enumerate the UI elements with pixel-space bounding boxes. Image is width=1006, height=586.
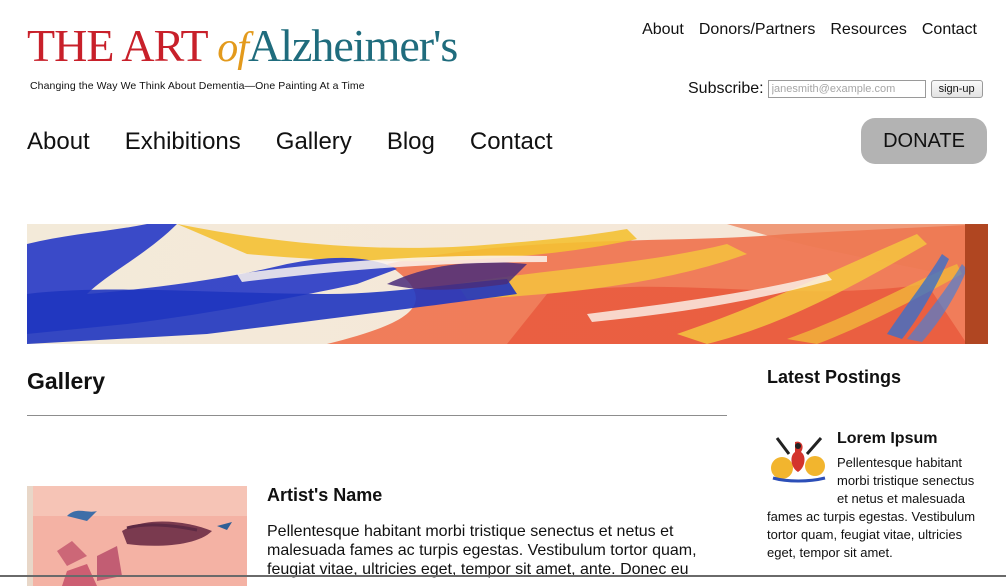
post-title[interactable]: Lorem Ipsum bbox=[837, 430, 937, 448]
utility-nav-about[interactable]: About bbox=[642, 21, 684, 39]
main-nav-gallery[interactable]: Gallery bbox=[276, 128, 352, 156]
utility-nav-donors-partners[interactable]: Donors/Partners bbox=[699, 21, 816, 39]
artwork-description: Pellentesque habitant morbi tristique se… bbox=[267, 523, 697, 578]
banner-painting bbox=[27, 224, 988, 344]
site-tagline: Changing the Way We Think About Dementia… bbox=[30, 80, 365, 92]
utility-nav-resources[interactable]: Resources bbox=[830, 21, 906, 39]
latest-postings-heading: Latest Postings bbox=[767, 367, 902, 387]
main-nav: About Exhibitions Gallery Blog Contact bbox=[27, 128, 588, 156]
artwork-thumbnail[interactable] bbox=[27, 486, 247, 586]
sign-up-button[interactable]: sign-up bbox=[930, 80, 983, 98]
logo-wordmark: THE ART ofAlzheimer's bbox=[27, 14, 458, 80]
subscribe-label: Subscribe: bbox=[688, 80, 764, 97]
donate-button[interactable]: DONATE bbox=[861, 118, 987, 164]
banner-painting-art bbox=[27, 224, 988, 344]
subscribe-form: Subscribe: sign-up bbox=[688, 80, 983, 98]
post-excerpt-line-1: Pellentesque habitant morbi tristique se… bbox=[837, 455, 975, 506]
utility-nav: About Donors/Partners Resources Contact bbox=[627, 21, 977, 39]
title-divider bbox=[27, 415, 727, 416]
page-title: Gallery bbox=[27, 368, 105, 394]
main-nav-about[interactable]: About bbox=[27, 128, 90, 156]
logo-the-art: THE ART bbox=[27, 20, 208, 71]
artist-name[interactable]: Artist's Name bbox=[267, 485, 382, 506]
main-nav-exhibitions[interactable]: Exhibitions bbox=[125, 128, 241, 156]
logo-of: of bbox=[217, 25, 249, 71]
main-nav-contact[interactable]: Contact bbox=[470, 128, 553, 156]
utility-nav-contact[interactable]: Contact bbox=[922, 21, 977, 39]
post-excerpt: Pellentesque habitant morbi tristique se… bbox=[767, 454, 987, 562]
artwork-thumbnail-art bbox=[27, 486, 247, 586]
post-excerpt-line-2: fames ac turpis egestas. Vestibulum tort… bbox=[767, 509, 976, 560]
logo-alzheimers: Alzheimer's bbox=[247, 20, 458, 71]
site-logo[interactable]: THE ART ofAlzheimer's Changing the Way W… bbox=[27, 14, 458, 98]
main-nav-blog[interactable]: Blog bbox=[387, 128, 435, 156]
subscribe-email-input[interactable] bbox=[767, 80, 926, 98]
